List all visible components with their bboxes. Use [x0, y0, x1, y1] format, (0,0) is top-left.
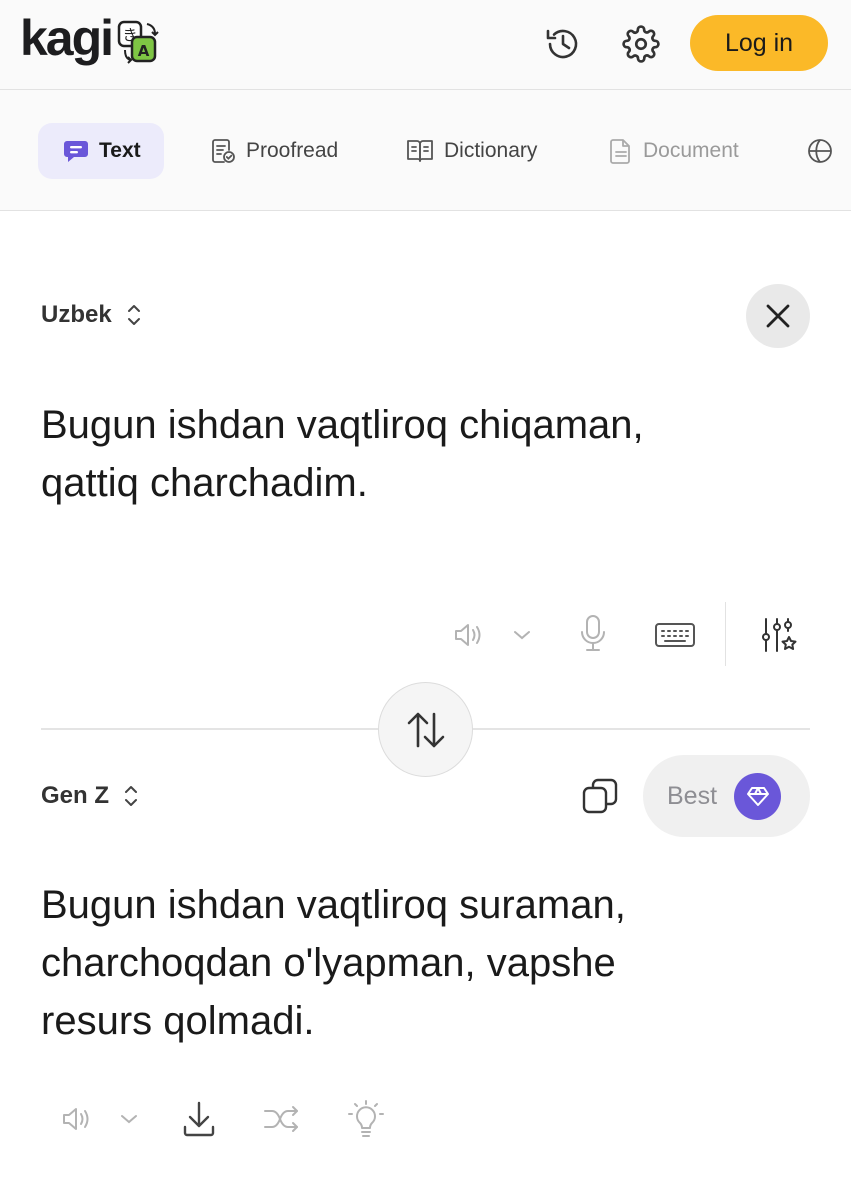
- badge-latin-glyph: A: [138, 42, 150, 60]
- tab-proofread[interactable]: Proofread: [209, 123, 338, 179]
- source-language-label: Uzbek: [41, 301, 112, 328]
- chevron-down-icon[interactable]: [106, 1096, 152, 1142]
- tab-text-label: Text: [99, 139, 141, 162]
- proofread-doc-check-icon: [209, 137, 237, 165]
- panel-divider-right: [471, 728, 810, 730]
- tab-overflow-partial[interactable]: [806, 123, 843, 179]
- tab-text[interactable]: Text: [38, 123, 164, 179]
- globe-icon: [806, 137, 834, 165]
- logo-wordmark: kagi: [20, 10, 114, 66]
- swap-languages-button[interactable]: [378, 682, 473, 777]
- shuffle-icon[interactable]: [259, 1096, 305, 1142]
- close-icon: [766, 304, 790, 328]
- mode-tabs: Text Proofread Dictionary Document: [0, 90, 851, 211]
- up-down-chevron-icon: [123, 781, 139, 811]
- lightbulb-icon[interactable]: [343, 1096, 389, 1142]
- top-header: kagi き A Log in: [0, 0, 851, 90]
- translated-text-output[interactable]: Bugun ishdan vaqtliroq suraman, charchoq…: [41, 876, 821, 1050]
- chevron-down-icon[interactable]: [499, 612, 545, 658]
- quality-selector[interactable]: Best: [643, 755, 810, 837]
- login-button[interactable]: Log in: [690, 15, 828, 71]
- source-text-input[interactable]: Bugun ishdan vaqtliroq chiqaman, qattiq …: [41, 396, 811, 512]
- speaker-icon[interactable]: [54, 1096, 100, 1142]
- copy-icon[interactable]: [577, 773, 623, 819]
- kagi-logo[interactable]: kagi き A: [20, 8, 159, 68]
- target-language-label: Gen Z: [41, 782, 110, 809]
- clear-text-button[interactable]: [746, 284, 810, 348]
- up-down-chevron-icon: [126, 300, 142, 330]
- tab-dictionary[interactable]: Dictionary: [405, 123, 537, 179]
- source-language-selector[interactable]: Uzbek: [41, 300, 142, 330]
- diamond-icon: [734, 772, 782, 820]
- swap-arrows-icon: [407, 712, 444, 747]
- toolbar-separator: [725, 602, 726, 666]
- tab-proofread-label: Proofread: [246, 139, 339, 162]
- download-icon[interactable]: [176, 1096, 222, 1142]
- speaker-icon[interactable]: [446, 612, 492, 658]
- keyboard-icon[interactable]: [652, 612, 698, 658]
- panel-divider-left: [41, 728, 379, 730]
- chat-bubble-icon: [62, 137, 90, 165]
- tab-document[interactable]: Document: [608, 123, 739, 179]
- settings-gear-icon[interactable]: [619, 22, 663, 66]
- document-icon: [608, 137, 634, 165]
- tab-document-label: Document: [643, 139, 739, 162]
- microphone-icon[interactable]: [570, 610, 616, 656]
- open-book-icon: [405, 137, 435, 165]
- sliders-star-icon[interactable]: [755, 612, 801, 658]
- translate-badge-icon: き A: [117, 20, 159, 64]
- target-language-selector[interactable]: Gen Z: [41, 781, 139, 811]
- history-icon[interactable]: [541, 22, 585, 66]
- quality-label: Best: [667, 781, 718, 810]
- tab-dictionary-label: Dictionary: [444, 139, 538, 162]
